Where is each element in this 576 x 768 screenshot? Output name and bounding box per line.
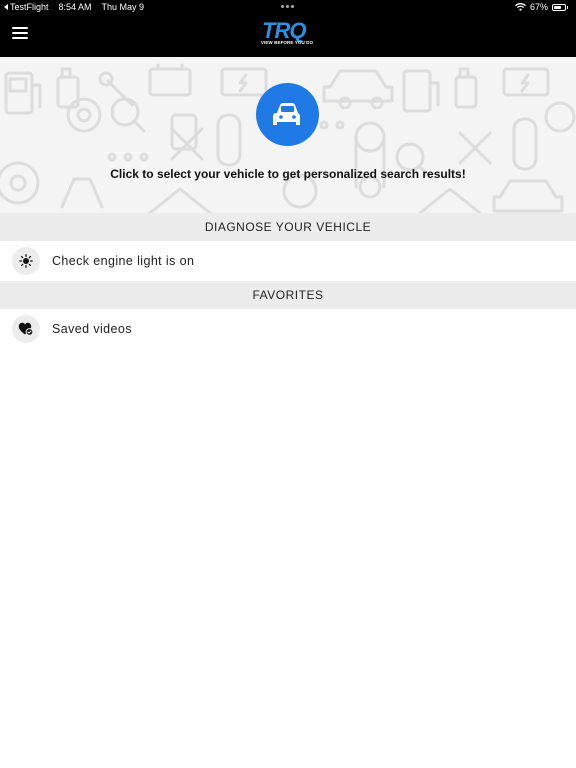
logo-text: TRQ [262, 18, 306, 43]
status-bar: TestFlight 8:54 AM Thu May 9 67% [0, 0, 576, 14]
status-time: 8:54 AM [58, 2, 92, 12]
back-to-app-link[interactable]: TestFlight [4, 0, 49, 14]
diagnose-section-header: DIAGNOSE YOUR VEHICLE [0, 213, 576, 241]
nav-bar: TRQ VIEW BEFORE YOU DO [0, 14, 576, 57]
select-vehicle-button[interactable] [256, 83, 319, 146]
trq-logo: TRQ VIEW BEFORE YOU DO [258, 20, 316, 52]
list-item-check-engine[interactable]: Check engine light is on [0, 241, 576, 281]
back-app-label: TestFlight [10, 2, 49, 12]
status-date: Thu May 9 [101, 2, 145, 12]
heart-check-icon [12, 315, 40, 343]
favorites-section-header: FAVORITES [0, 281, 576, 309]
battery-percent: 67% [529, 2, 548, 12]
list-item-label: Check engine light is on [52, 254, 195, 268]
vehicle-select-caption: Click to select your vehicle to get pers… [110, 167, 466, 181]
multitasking-dots-icon[interactable] [281, 5, 294, 8]
back-arrow-icon [4, 4, 8, 10]
hamburger-icon[interactable] [12, 27, 28, 41]
list-item-saved-videos[interactable]: Saved videos [0, 309, 576, 349]
vehicle-select-banner[interactable]: Click to select your vehicle to get pers… [0, 57, 576, 213]
engine-light-icon [12, 247, 40, 275]
battery-icon [552, 3, 566, 11]
list-item-label: Saved videos [52, 322, 132, 336]
logo-tagline: VIEW BEFORE YOU DO [260, 40, 314, 45]
car-icon [273, 103, 300, 125]
wifi-icon [515, 3, 526, 11]
